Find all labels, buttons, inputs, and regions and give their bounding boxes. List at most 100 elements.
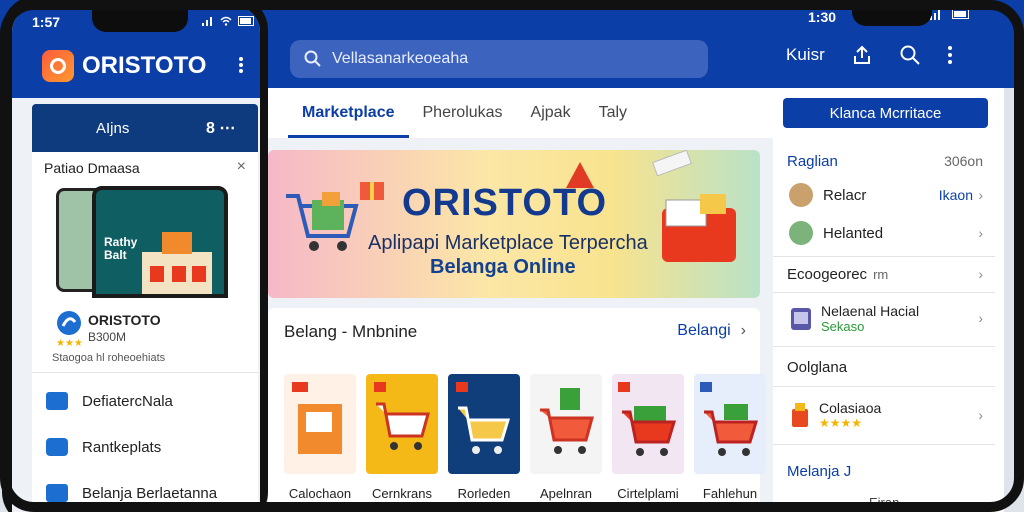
- shopping-cart-icon: [374, 382, 430, 450]
- tab-marketplace[interactable]: Marketplace: [288, 88, 409, 138]
- app-icon: [57, 311, 81, 335]
- panel-header-left: Raglian: [787, 152, 838, 170]
- row-label: Ecoogeorec: [787, 265, 868, 283]
- shopping-cart-icon: [618, 382, 677, 456]
- tab-bar: Marketplace Pherolukas Ajpak Taly: [268, 88, 773, 138]
- product-label: Calochaon: [288, 486, 352, 501]
- panel-row[interactable]: Nelaenal Hacial Sekaso ›: [773, 298, 995, 338]
- product-card[interactable]: [530, 374, 602, 474]
- primary-cta-button[interactable]: Klanca Mcrritace: [783, 98, 988, 128]
- panel-header: Raglian 306on: [773, 150, 995, 172]
- tab-ajpak[interactable]: Ajpak: [517, 88, 585, 138]
- header-label[interactable]: Kuisr: [786, 45, 825, 65]
- menu-item[interactable]: Belanja Berlaetanna: [32, 471, 258, 512]
- section-link-label: Belangi: [677, 322, 731, 339]
- panel-row[interactable]: Relacr Ikaon ›: [773, 180, 995, 210]
- battery-icon: [952, 9, 969, 19]
- menu-item[interactable]: Rantkeplats: [32, 425, 258, 469]
- chevron-right-icon: ›: [978, 225, 983, 241]
- search-input[interactable]: Vellasanarkeoeaha: [332, 50, 468, 68]
- device-screen: 1:30 Vellasanarkeoeaha Kuisr Marketplace…: [0, 0, 1024, 512]
- tab-taly[interactable]: Taly: [585, 88, 641, 138]
- right-panel: Raglian 306on Relacr Ikaon › Helanted › …: [773, 138, 1004, 512]
- product-thumb-icon: [792, 403, 808, 427]
- row-text: Colasiaoa ★★★★: [819, 400, 881, 430]
- row-label: Relacr: [823, 186, 867, 204]
- main-content: ORISTOTO Aplipapi Marketplace Terpercha …: [268, 138, 773, 512]
- search-icon[interactable]: [899, 44, 921, 66]
- product-label: Fahlehun: [702, 486, 758, 501]
- phone-menu: DefiatercNala Rantkeplats Belanja Berlae…: [32, 372, 258, 512]
- divider: [773, 386, 995, 387]
- phone-status-icons: [202, 16, 256, 26]
- row-label: Nelaenal Hacial: [821, 302, 920, 319]
- battery-icon: [238, 16, 254, 26]
- gift-box-icon: [360, 182, 384, 200]
- brand-name: ORISTOTO: [82, 52, 207, 79]
- card-title: AIjns: [96, 120, 130, 137]
- app-preview-modal: Patiao Dmaasa × Rathy Balt ORISTOTO B300…: [32, 152, 258, 372]
- row-sub: Sekaso: [821, 318, 865, 334]
- modal-app-size: B300M: [88, 330, 127, 344]
- product-card[interactable]: [448, 374, 520, 474]
- more-vert-icon[interactable]: [238, 56, 244, 74]
- shopping-basket-icon: [662, 194, 736, 262]
- market-building-icon: [142, 232, 212, 294]
- phone-illustration-front: Rathy Balt: [92, 186, 228, 298]
- banner-line2: Belanga Online: [430, 256, 576, 278]
- product-card[interactable]: [694, 374, 766, 474]
- panel-section-heading: Oolglana: [773, 356, 995, 378]
- product-card[interactable]: [284, 374, 356, 474]
- search-bar[interactable]: Vellasanarkeoeaha: [290, 40, 708, 78]
- signal-icon: [202, 17, 212, 26]
- row-suffix: rm: [873, 266, 889, 282]
- avatar: [789, 221, 813, 245]
- product-labels: Calochaon Cernkrans Rorleden Apelnran Ci…: [284, 486, 766, 501]
- camera-icon: [46, 438, 68, 456]
- app-logo-icon: [42, 50, 74, 82]
- row-text: Nelaenal Hacial Sekaso: [821, 303, 919, 334]
- divider: [773, 292, 995, 293]
- phone-brand: ORISTOTO: [42, 50, 206, 82]
- section-see-all-link[interactable]: Belangi ›: [677, 322, 746, 340]
- product-card[interactable]: [612, 374, 684, 474]
- tab-pherolukas[interactable]: Pherolukas: [409, 88, 517, 138]
- phone-notch: [92, 6, 188, 32]
- product-section: Belang - Mnbnine Belangi › Calochaon Cer…: [268, 308, 766, 512]
- modal-description: Staogoa hl roheoehiats: [52, 352, 166, 364]
- more-vert-icon[interactable]: [947, 45, 953, 65]
- panel-row[interactable]: Colasiaoa ★★★★ ›: [773, 396, 995, 434]
- product-list: [284, 374, 766, 474]
- product-card[interactable]: [366, 374, 438, 474]
- modal-app-name: ORISTOTO: [88, 312, 161, 328]
- signal-icon: [930, 10, 940, 20]
- phone-screen: 1:57 ORISTOTO AIjns 8 ⋯ Patiao Dmaasa ×: [12, 6, 260, 512]
- panel-row[interactable]: Helanted ›: [773, 218, 995, 248]
- foreground-phone: 1:57 ORISTOTO AIjns 8 ⋯ Patiao Dmaasa ×: [2, 0, 268, 512]
- share-icon[interactable]: [851, 44, 873, 66]
- banner-title: ORISTOTO: [402, 182, 608, 224]
- product-label: Apelnran: [539, 486, 593, 501]
- rating-stars-icon: ★★★: [56, 338, 83, 349]
- cta-zone: Klanca Mcrritace: [773, 88, 1004, 138]
- divider: [773, 256, 995, 257]
- menu-item-label: DefiatercNala: [82, 392, 173, 410]
- phone-header-card: AIjns 8 ⋯: [32, 104, 258, 156]
- menu-item-label: Rantkeplats: [82, 438, 162, 456]
- product-label: Cirtelplami: [617, 486, 679, 501]
- product-label: Rorleden: [457, 486, 511, 501]
- menu-item[interactable]: DefiatercNala: [32, 379, 258, 423]
- panel-row[interactable]: Ecoogeorec rm ›: [773, 262, 995, 286]
- close-icon[interactable]: ×: [237, 158, 246, 176]
- product-label: Cernkrans: [372, 486, 432, 501]
- card-action[interactable]: 8 ⋯: [206, 118, 235, 138]
- bag-icon: [46, 484, 68, 502]
- chevron-right-icon: ›: [978, 310, 983, 326]
- promo-banner[interactable]: ORISTOTO Aplipapi Marketplace Terpercha …: [268, 150, 760, 298]
- section-heading: Oolglana: [787, 358, 848, 376]
- status-time: 1:30: [808, 9, 837, 25]
- status-bar-right: 1:30: [808, 0, 836, 34]
- wifi-icon: [220, 16, 232, 26]
- shopping-cart-icon: [286, 192, 359, 251]
- section-heading: Melanja J: [787, 462, 852, 480]
